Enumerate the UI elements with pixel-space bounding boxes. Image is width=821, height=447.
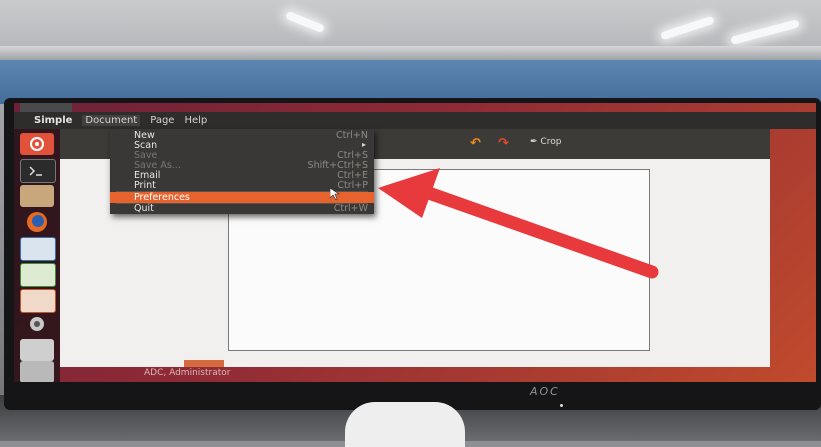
cup <box>345 402 465 447</box>
ceiling-light <box>730 19 800 45</box>
menu-page[interactable]: Page <box>150 115 174 126</box>
files-icon[interactable] <box>20 185 54 207</box>
impress-icon[interactable] <box>20 289 56 313</box>
menubar: Simple Document Page Help <box>34 112 207 129</box>
menu-item-accel: Ctrl+W <box>333 203 368 214</box>
terminal-icon[interactable] <box>20 159 56 183</box>
menu-item-label: Preferences <box>134 192 190 203</box>
menu-help[interactable]: Help <box>184 115 207 126</box>
ceiling-beam <box>0 46 821 60</box>
power-led <box>560 404 563 407</box>
menu-item-accel: Ctrl+P <box>337 180 368 191</box>
writer-icon[interactable] <box>20 237 56 261</box>
crop-icon: ✒ <box>530 137 541 147</box>
settings-icon[interactable] <box>20 313 54 335</box>
mouse-cursor-icon <box>330 188 340 200</box>
ubuntu-logo-icon[interactable] <box>20 133 54 155</box>
printer-icon[interactable] <box>20 361 54 382</box>
monitor-brand-label: AOC <box>530 385 560 398</box>
menu-item-quit[interactable]: Quit Ctrl+W <box>110 203 374 214</box>
ceiling-light <box>660 15 715 41</box>
rotate-right-icon[interactable]: ↷ <box>498 136 509 151</box>
status-tab <box>184 360 224 367</box>
calc-icon[interactable] <box>20 263 56 287</box>
corner-logo <box>20 103 72 112</box>
submenu-arrow-icon: ▸ <box>361 140 366 149</box>
menu-item-label: Print <box>134 180 156 191</box>
ceiling <box>0 0 821 48</box>
crop-label: Crop <box>540 137 562 147</box>
menu-item-label: Quit <box>134 203 154 214</box>
rotate-left-icon[interactable]: ↶ <box>470 136 481 151</box>
firefox-icon[interactable] <box>20 211 54 233</box>
ceiling-light <box>284 10 326 34</box>
app-name: Simple <box>34 115 73 126</box>
document-menu-dropdown: New Ctrl+N Scan ▸ Save Ctrl+S Save As...… <box>110 129 374 214</box>
menu-document[interactable]: Document <box>82 115 141 126</box>
launcher <box>14 129 60 382</box>
screen: Simple Document Page Help ↶ ↷ ✒ Crop New… <box>14 103 816 382</box>
status-text: ADC, Administrator <box>144 368 231 378</box>
scanner-icon[interactable] <box>20 339 54 361</box>
crop-button[interactable]: ✒ Crop <box>530 137 561 147</box>
